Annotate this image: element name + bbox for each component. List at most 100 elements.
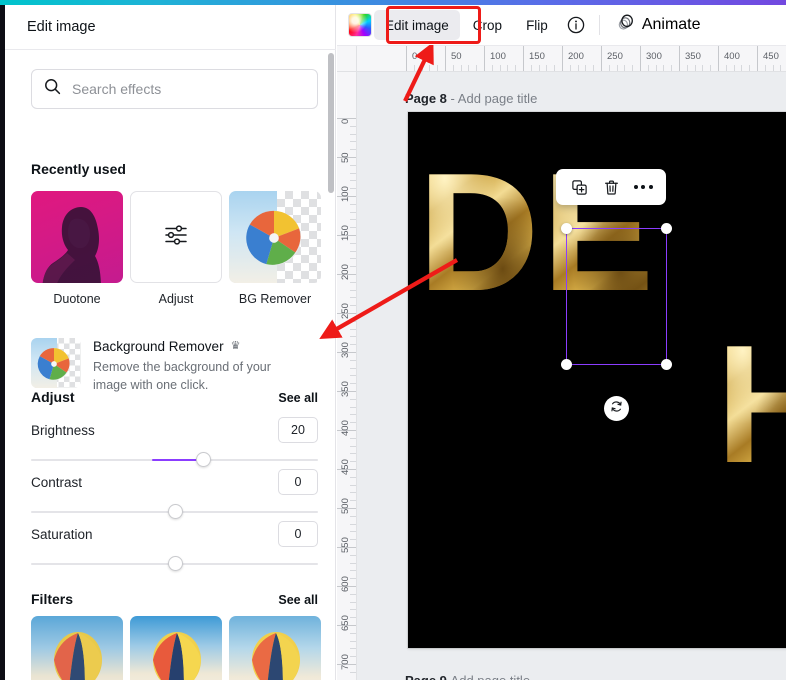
trash-icon[interactable] bbox=[597, 173, 625, 201]
ruler-tick-minor bbox=[499, 65, 501, 71]
ruler-tick-minor bbox=[350, 648, 356, 650]
selection-handle-bottom-left[interactable] bbox=[561, 359, 572, 370]
slider-saturation-header: Saturation 0 bbox=[31, 521, 318, 547]
ruler-tick-minor bbox=[350, 632, 356, 634]
selection-handle-bottom-right[interactable] bbox=[661, 359, 672, 370]
ruler-tick-minor bbox=[350, 437, 356, 439]
slider-value[interactable]: 20 bbox=[278, 417, 318, 443]
ruler-tick-minor bbox=[350, 172, 356, 174]
ruler-tick-minor bbox=[507, 65, 509, 71]
effect-tile-duotone[interactable]: Duotone bbox=[31, 191, 123, 306]
vertical-ruler[interactable]: 0 50 100 150 200 250 300 350 400 450 500 550 600 650 7… bbox=[337, 72, 357, 680]
more-options-icon[interactable] bbox=[629, 173, 657, 201]
next-page-title-placeholder[interactable]: Add page title bbox=[451, 673, 531, 680]
next-page-title-row[interactable]: Page 9 Add page title bbox=[405, 673, 530, 680]
adjust-see-all[interactable]: See all bbox=[278, 391, 318, 405]
horizontal-ruler[interactable]: 0 50 100 150 200 250 300 350 400 450 bbox=[357, 46, 786, 72]
ruler-tick bbox=[640, 46, 641, 71]
ruler-tick bbox=[757, 46, 758, 71]
ruler-tick-minor bbox=[350, 383, 356, 385]
filter-thumb-2[interactable] bbox=[130, 616, 222, 680]
ruler-tick-minor bbox=[350, 671, 356, 673]
filter-thumb-3[interactable] bbox=[229, 616, 321, 680]
animate-icon bbox=[616, 13, 635, 37]
duplicate-icon[interactable] bbox=[565, 173, 593, 201]
ruler-label: 200 bbox=[340, 264, 351, 280]
ruler-tick-minor bbox=[350, 531, 356, 533]
selection-handle-top-left[interactable] bbox=[561, 223, 572, 234]
ruler-tick-minor bbox=[350, 164, 356, 166]
slider-value[interactable]: 0 bbox=[278, 521, 318, 547]
ruler-tick bbox=[406, 46, 407, 71]
info-circle-icon[interactable] bbox=[561, 10, 591, 40]
ruler-label: 300 bbox=[646, 51, 662, 62]
page-title-placeholder[interactable]: Add page title bbox=[458, 91, 538, 106]
ruler-tick-minor bbox=[725, 65, 727, 71]
ruler-tick bbox=[601, 46, 602, 71]
background-remover-title-row: Background Remover ♛ bbox=[93, 339, 305, 354]
filter-thumb-1[interactable] bbox=[31, 616, 123, 680]
adjust-section-header: Adjust See all bbox=[31, 389, 318, 405]
ruler-tick-minor bbox=[616, 65, 618, 71]
ruler-tick-minor bbox=[460, 65, 462, 71]
ruler-label: 50 bbox=[451, 51, 462, 62]
hot-air-balloon-art bbox=[252, 632, 300, 680]
ruler-tick-minor bbox=[538, 65, 540, 71]
rainbow-color-swatch[interactable] bbox=[348, 13, 372, 37]
slider-knob[interactable] bbox=[167, 504, 183, 519]
ruler-tick-minor bbox=[655, 65, 657, 71]
ruler-tick-minor bbox=[350, 344, 356, 346]
page-number-label: Page 8 bbox=[405, 91, 447, 106]
design-page-8[interactable]: D E H bbox=[408, 112, 786, 648]
ruler-tick-minor bbox=[585, 65, 587, 71]
ruler-tick-minor bbox=[350, 281, 356, 283]
slider-value[interactable]: 0 bbox=[278, 469, 318, 495]
filters-title: Filters bbox=[31, 591, 74, 607]
search-effects-box[interactable] bbox=[31, 69, 318, 109]
effect-tile-bg-remover[interactable]: BG Remover bbox=[229, 191, 321, 306]
tab-crop[interactable]: Crop bbox=[462, 10, 513, 40]
ruler-tick-minor bbox=[515, 65, 517, 71]
tab-edit-image[interactable]: Edit image bbox=[374, 10, 460, 40]
ruler-tick-minor bbox=[350, 539, 356, 541]
ruler-tick-minor bbox=[741, 65, 743, 71]
ruler-tick-minor bbox=[350, 414, 356, 416]
ruler-tick-minor bbox=[468, 65, 470, 71]
ruler-label: 0 bbox=[412, 51, 418, 62]
canvas-letter-d[interactable]: D bbox=[418, 148, 540, 316]
ruler-label: 350 bbox=[340, 381, 351, 397]
ruler-label: 450 bbox=[340, 459, 351, 475]
ruler-label: 400 bbox=[724, 51, 740, 62]
selection-handle-top-right[interactable] bbox=[661, 223, 672, 234]
ruler-tick bbox=[718, 46, 719, 71]
slider-knob[interactable] bbox=[167, 556, 183, 571]
beachball-transparent-thumbnail bbox=[229, 191, 321, 283]
panel-body: Recently used Duotone bbox=[5, 51, 336, 680]
background-remover-promo[interactable]: Background Remover ♛ Remove the backgrou… bbox=[31, 338, 321, 394]
slider-track[interactable] bbox=[31, 504, 318, 519]
background-remover-title: Background Remover bbox=[93, 339, 224, 354]
ruler-label: 50 bbox=[340, 152, 351, 163]
effect-tile-adjust[interactable]: Adjust bbox=[130, 191, 222, 306]
ruler-tick bbox=[562, 46, 563, 71]
slider-knob[interactable] bbox=[196, 452, 212, 467]
filters-see-all[interactable]: See all bbox=[278, 593, 318, 607]
ruler-tick-minor bbox=[350, 133, 356, 135]
rotate-handle[interactable] bbox=[604, 396, 629, 421]
panel-scrollbar[interactable] bbox=[328, 53, 334, 193]
slider-track[interactable] bbox=[31, 556, 318, 571]
ruler-tick-minor bbox=[350, 180, 356, 182]
ruler-tick-minor bbox=[608, 65, 610, 71]
canvas-letter-h[interactable]: H bbox=[716, 320, 786, 488]
search-input[interactable] bbox=[72, 81, 292, 97]
tab-flip[interactable]: Flip bbox=[515, 10, 559, 40]
duotone-portrait-art bbox=[42, 207, 101, 283]
selection-bounding-box[interactable] bbox=[561, 223, 672, 370]
page-title-row[interactable]: Page 8 - Add page title bbox=[405, 91, 537, 106]
slider-track[interactable] bbox=[31, 452, 318, 467]
ruler-tick-minor bbox=[350, 211, 356, 213]
ruler-tick-minor bbox=[429, 65, 431, 71]
background-remover-text: Background Remover ♛ Remove the backgrou… bbox=[93, 338, 305, 394]
animate-button[interactable]: Animate bbox=[608, 10, 709, 40]
effect-tile-label: Duotone bbox=[53, 292, 101, 306]
